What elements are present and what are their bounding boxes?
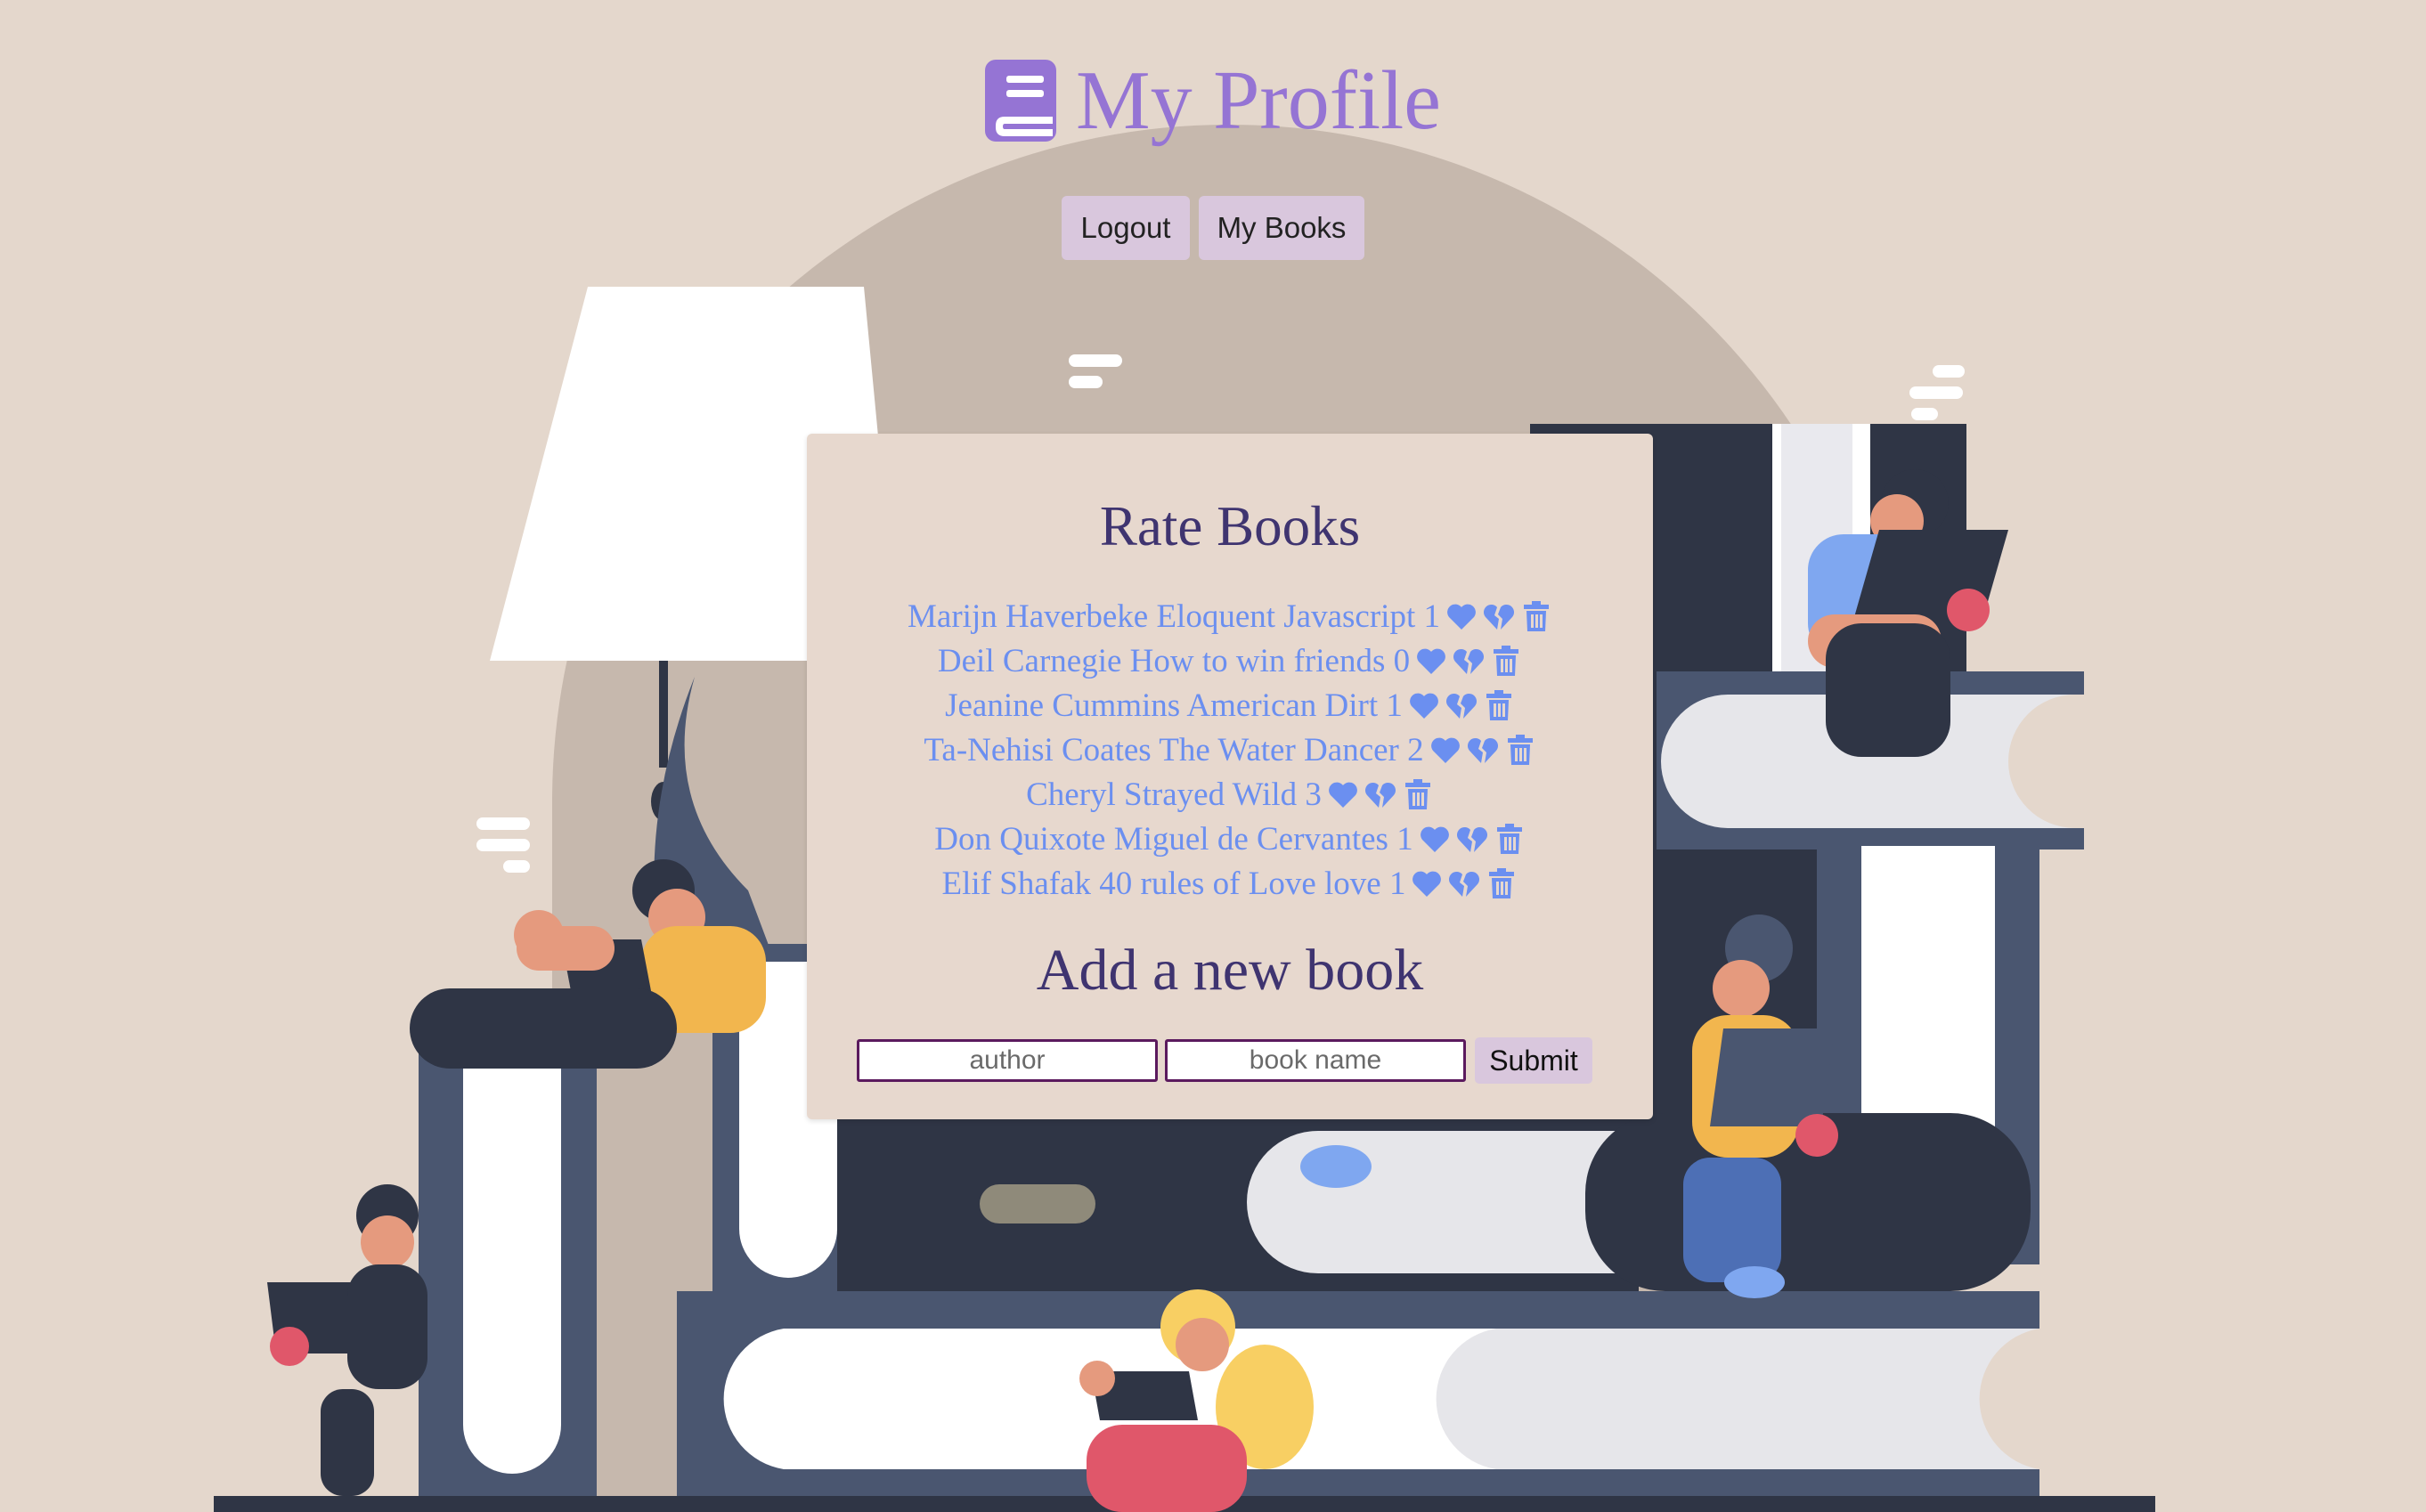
book-entry-text: Don Quixote Miguel de Cervantes 1 [934,820,1413,858]
list-item: Jeanine Cummins American Dirt 1 [807,683,1653,728]
broken-heart-icon[interactable] [1364,778,1396,810]
book-entry-text: Elif Shafak 40 rules of Love love 1 [941,865,1406,902]
logout-button[interactable]: Logout [1062,196,1190,260]
heart-icon[interactable] [1445,600,1478,632]
heart-icon[interactable] [1411,867,1443,899]
list-item: Marijn Haverbeke Eloquent Javascript 1 [807,594,1653,638]
trash-icon[interactable] [1402,778,1434,810]
book-entry-text: Deil Carnegie How to win friends 0 [937,642,1411,679]
broken-heart-icon[interactable] [1453,645,1485,677]
submit-button[interactable]: Submit [1475,1037,1592,1084]
book-icon [985,60,1057,142]
author-input[interactable] [857,1039,1158,1082]
list-item: Ta-Nehisi Coates The Water Dancer 2 [807,728,1653,772]
heart-icon[interactable] [1415,645,1447,677]
broken-heart-icon[interactable] [1448,867,1480,899]
broken-heart-icon[interactable] [1445,689,1478,721]
heart-icon[interactable] [1419,823,1451,855]
broken-heart-icon[interactable] [1456,823,1488,855]
page-header: My Profile [0,52,2426,150]
my-books-button[interactable]: My Books [1199,196,1364,260]
trash-icon[interactable] [1490,645,1522,677]
trash-icon[interactable] [1483,689,1515,721]
heart-icon[interactable] [1429,734,1461,766]
book-name-input[interactable] [1165,1039,1466,1082]
trash-icon[interactable] [1494,823,1526,855]
book-list: Marijn Haverbeke Eloquent Javascript 1 D… [807,594,1653,906]
list-item: Elif Shafak 40 rules of Love love 1 [807,861,1653,906]
top-nav: Logout My Books [0,196,2426,260]
list-item: Cheryl Strayed Wild 3 [807,772,1653,817]
add-book-heading: Add a new book [1036,938,1424,1003]
add-book-form: Submit [857,1037,1592,1084]
list-item: Deil Carnegie How to win friends 0 [807,638,1653,683]
trash-icon[interactable] [1486,867,1518,899]
heart-icon[interactable] [1327,778,1359,810]
book-entry-text: Jeanine Cummins American Dirt 1 [945,687,1403,724]
rate-books-card: Rate Books Marijn Haverbeke Eloquent Jav… [807,434,1653,1119]
broken-heart-icon[interactable] [1483,600,1515,632]
rate-books-heading: Rate Books [1099,495,1361,557]
broken-heart-icon[interactable] [1467,734,1499,766]
trash-icon[interactable] [1504,734,1536,766]
book-entry-text: Cheryl Strayed Wild 3 [1026,776,1322,813]
book-entry-text: Ta-Nehisi Coates The Water Dancer 2 [924,731,1424,768]
book-entry-text: Marijn Haverbeke Eloquent Javascript 1 [908,597,1440,635]
page-title: My Profile [1076,54,1441,147]
heart-icon[interactable] [1408,689,1440,721]
trash-icon[interactable] [1520,600,1552,632]
list-item: Don Quixote Miguel de Cervantes 1 [807,817,1653,861]
